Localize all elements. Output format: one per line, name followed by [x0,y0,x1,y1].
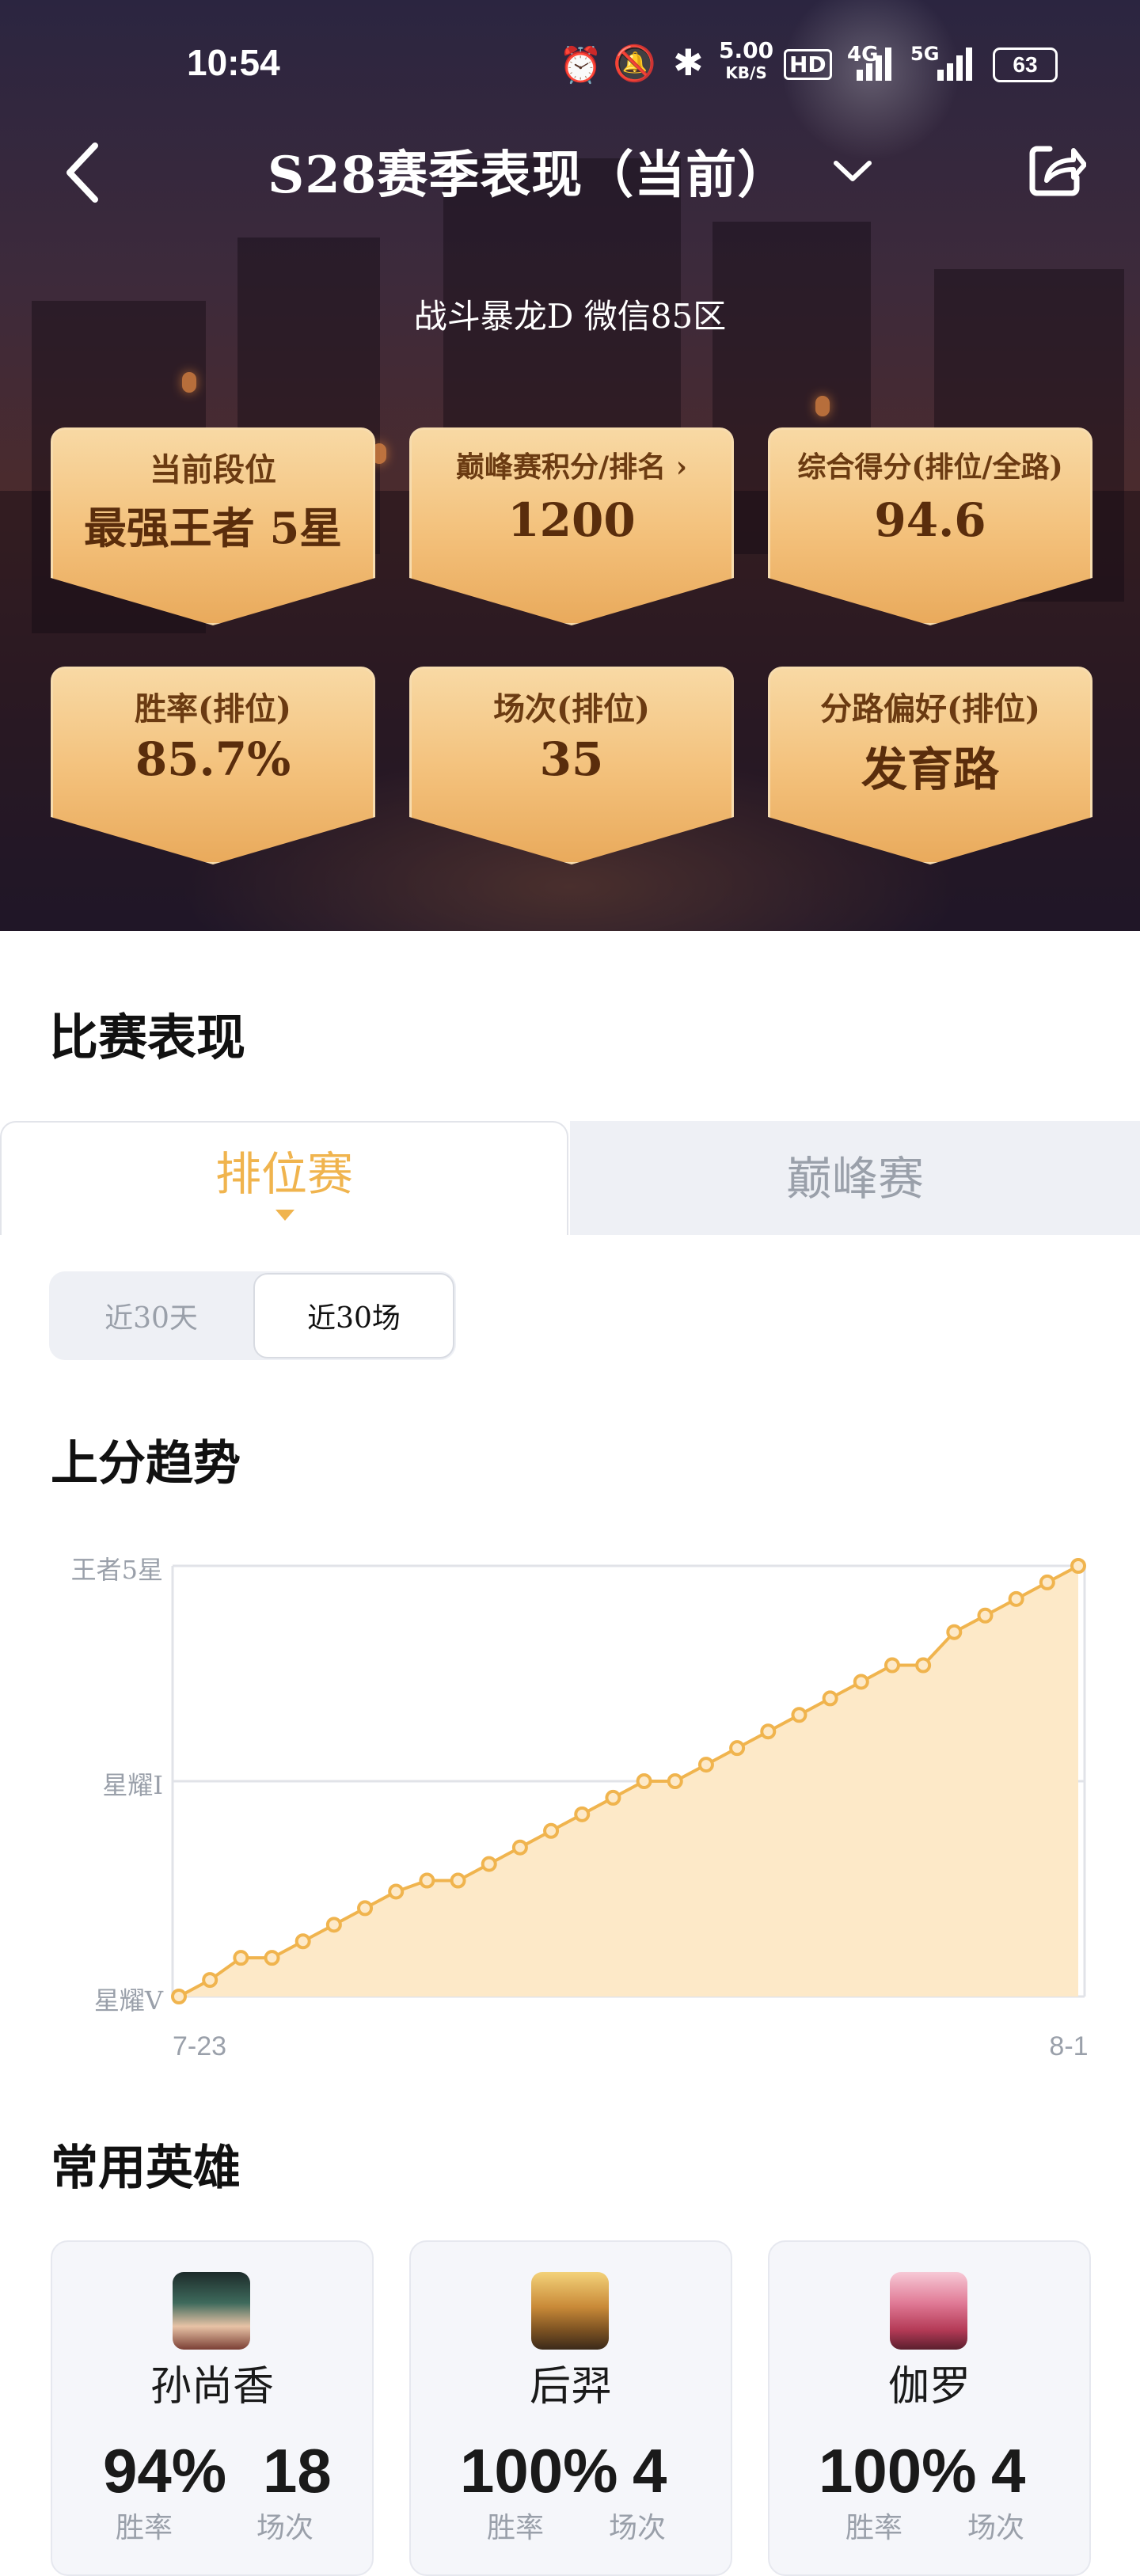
data-point [388,1883,405,1900]
data-point [357,1900,374,1917]
data-point [202,1972,218,1989]
x-tick-label: 8-1 [1049,2031,1088,2061]
sunshangxiang-avatar [173,2272,250,2350]
data-point [822,1690,838,1707]
hero-card[interactable]: 后羿 100% 4 胜率 场次 [409,2240,732,2576]
houyi-avatar [531,2272,609,2350]
games-label: 场次 [609,2512,667,2544]
section-title-heroes: 常用英雄 [51,2141,241,2196]
rank-trend-chart: 王者5星 星耀I 星耀V 7-23 8-1 [71,1555,1089,2061]
hero-winrate: 100% [460,2436,618,2506]
stat-card-value: 1200 [507,493,636,547]
data-point [543,1822,560,1839]
signal-4g-icon [857,47,891,81]
winrate-label: 胜率 [487,2512,545,2544]
filter-30-games[interactable]: 近30场 [253,1273,454,1358]
data-point [419,1872,435,1889]
stat-card-value: 85.7% [135,732,291,786]
tab-label: 巅峰赛 [785,1152,924,1206]
hero-card[interactable]: 伽罗 100% 4 胜率 场次 [768,2240,1091,2576]
data-point [760,1723,777,1740]
data-point [729,1740,746,1757]
stat-card-label: 分路偏好(排位) [820,690,1040,728]
games-label: 场次 [967,2512,1025,2544]
hero-winrate: 100% [819,2436,977,2506]
stat-card-value: 94.6 [874,493,986,547]
network-speed: 5.00 KB/S [719,37,774,83]
filter-30-days[interactable]: 近30天 [52,1275,250,1357]
hero-name: 伽罗 [887,2363,971,2411]
data-point [574,1806,591,1822]
tab-indicator [276,1210,294,1221]
stat-card-label: 场次(排位) [493,690,650,728]
stat-card-value: 最强王者 5星 [83,503,343,553]
back-icon[interactable] [63,141,103,204]
x-tick-label: 7-23 [173,2031,226,2061]
data-point [697,1757,714,1773]
hero-card[interactable]: 孙尚香 94% 18 胜率 场次 [51,2240,374,2576]
data-point [636,1773,652,1789]
stat-card-value: 发育路 [861,743,999,796]
chevron-right-icon: › [666,450,688,484]
stat-card-value: 35 [539,732,604,786]
y-tick-label: 星耀I [102,1770,163,1800]
hero-winrate: 94% [103,2436,227,2506]
data-point [1039,1574,1055,1590]
section-title-match: 比赛表现 [49,1009,246,1066]
hero-games: 4 [991,2436,1026,2506]
battery-icon: 63 [993,47,1058,82]
data-point [977,1607,994,1624]
status-time: 10:54 [187,42,280,83]
data-point [171,1989,187,2004]
stat-card-label: 当前段位 [150,451,276,488]
bluetooth-icon: ✱ [673,41,704,84]
data-point [481,1856,497,1872]
games-label: 场次 [256,2512,314,2544]
season-title[interactable]: S28赛季表现（当前） [268,135,788,207]
season-banner: 10:54 ⏰ 🔕 ✱ 5.00 KB/S HD 4G 5G 63 S28赛季表… [0,0,1140,931]
y-tick-label: 王者5星 [71,1555,163,1585]
data-point [1008,1590,1024,1607]
hd-icon: HD [784,49,832,80]
mute-icon: 🔕 [613,44,656,84]
stat-card-label: 巅峰赛积分/排名 › [455,450,688,484]
y-tick-label: 星耀V [94,1985,164,2016]
data-point [233,1950,249,1966]
data-point [667,1773,683,1789]
data-point [946,1624,963,1640]
tab-peak[interactable]: 巅峰赛 [570,1121,1140,1235]
data-point [264,1950,280,1966]
data-point [853,1674,869,1690]
hero-games: 18 [263,2436,332,2506]
tab-label: 排位赛 [215,1147,353,1201]
data-point [1070,1558,1086,1574]
hero-games: 4 [633,2436,667,2506]
hero-name: 后羿 [529,2363,612,2411]
winrate-label: 胜率 [846,2512,903,2544]
signal-5g-icon [937,47,972,81]
alarm-icon: ⏰ [559,45,602,85]
stat-card-label: 胜率(排位) [135,690,291,728]
data-point [450,1872,466,1889]
battery-level: 63 [1013,52,1038,77]
winrate-label: 胜率 [116,2512,173,2544]
section-title-trend: 上分趋势 [51,1436,241,1491]
data-point [511,1839,528,1856]
data-point [605,1789,621,1806]
data-point [791,1707,808,1723]
data-point [325,1917,342,1933]
stat-card-label: 综合得分(排位/全路) [797,450,1063,484]
hero-name: 孙尚香 [150,2363,274,2411]
jialuo-avatar [890,2272,967,2350]
data-point [294,1933,311,1950]
data-point [884,1657,900,1674]
tab-ranked[interactable]: 排位赛 [0,1121,568,1235]
data-point [915,1657,932,1674]
chevron-down-icon[interactable] [833,158,872,182]
share-icon[interactable] [1026,139,1086,199]
player-info: 战斗暴龙D 微信85区 [413,297,727,336]
